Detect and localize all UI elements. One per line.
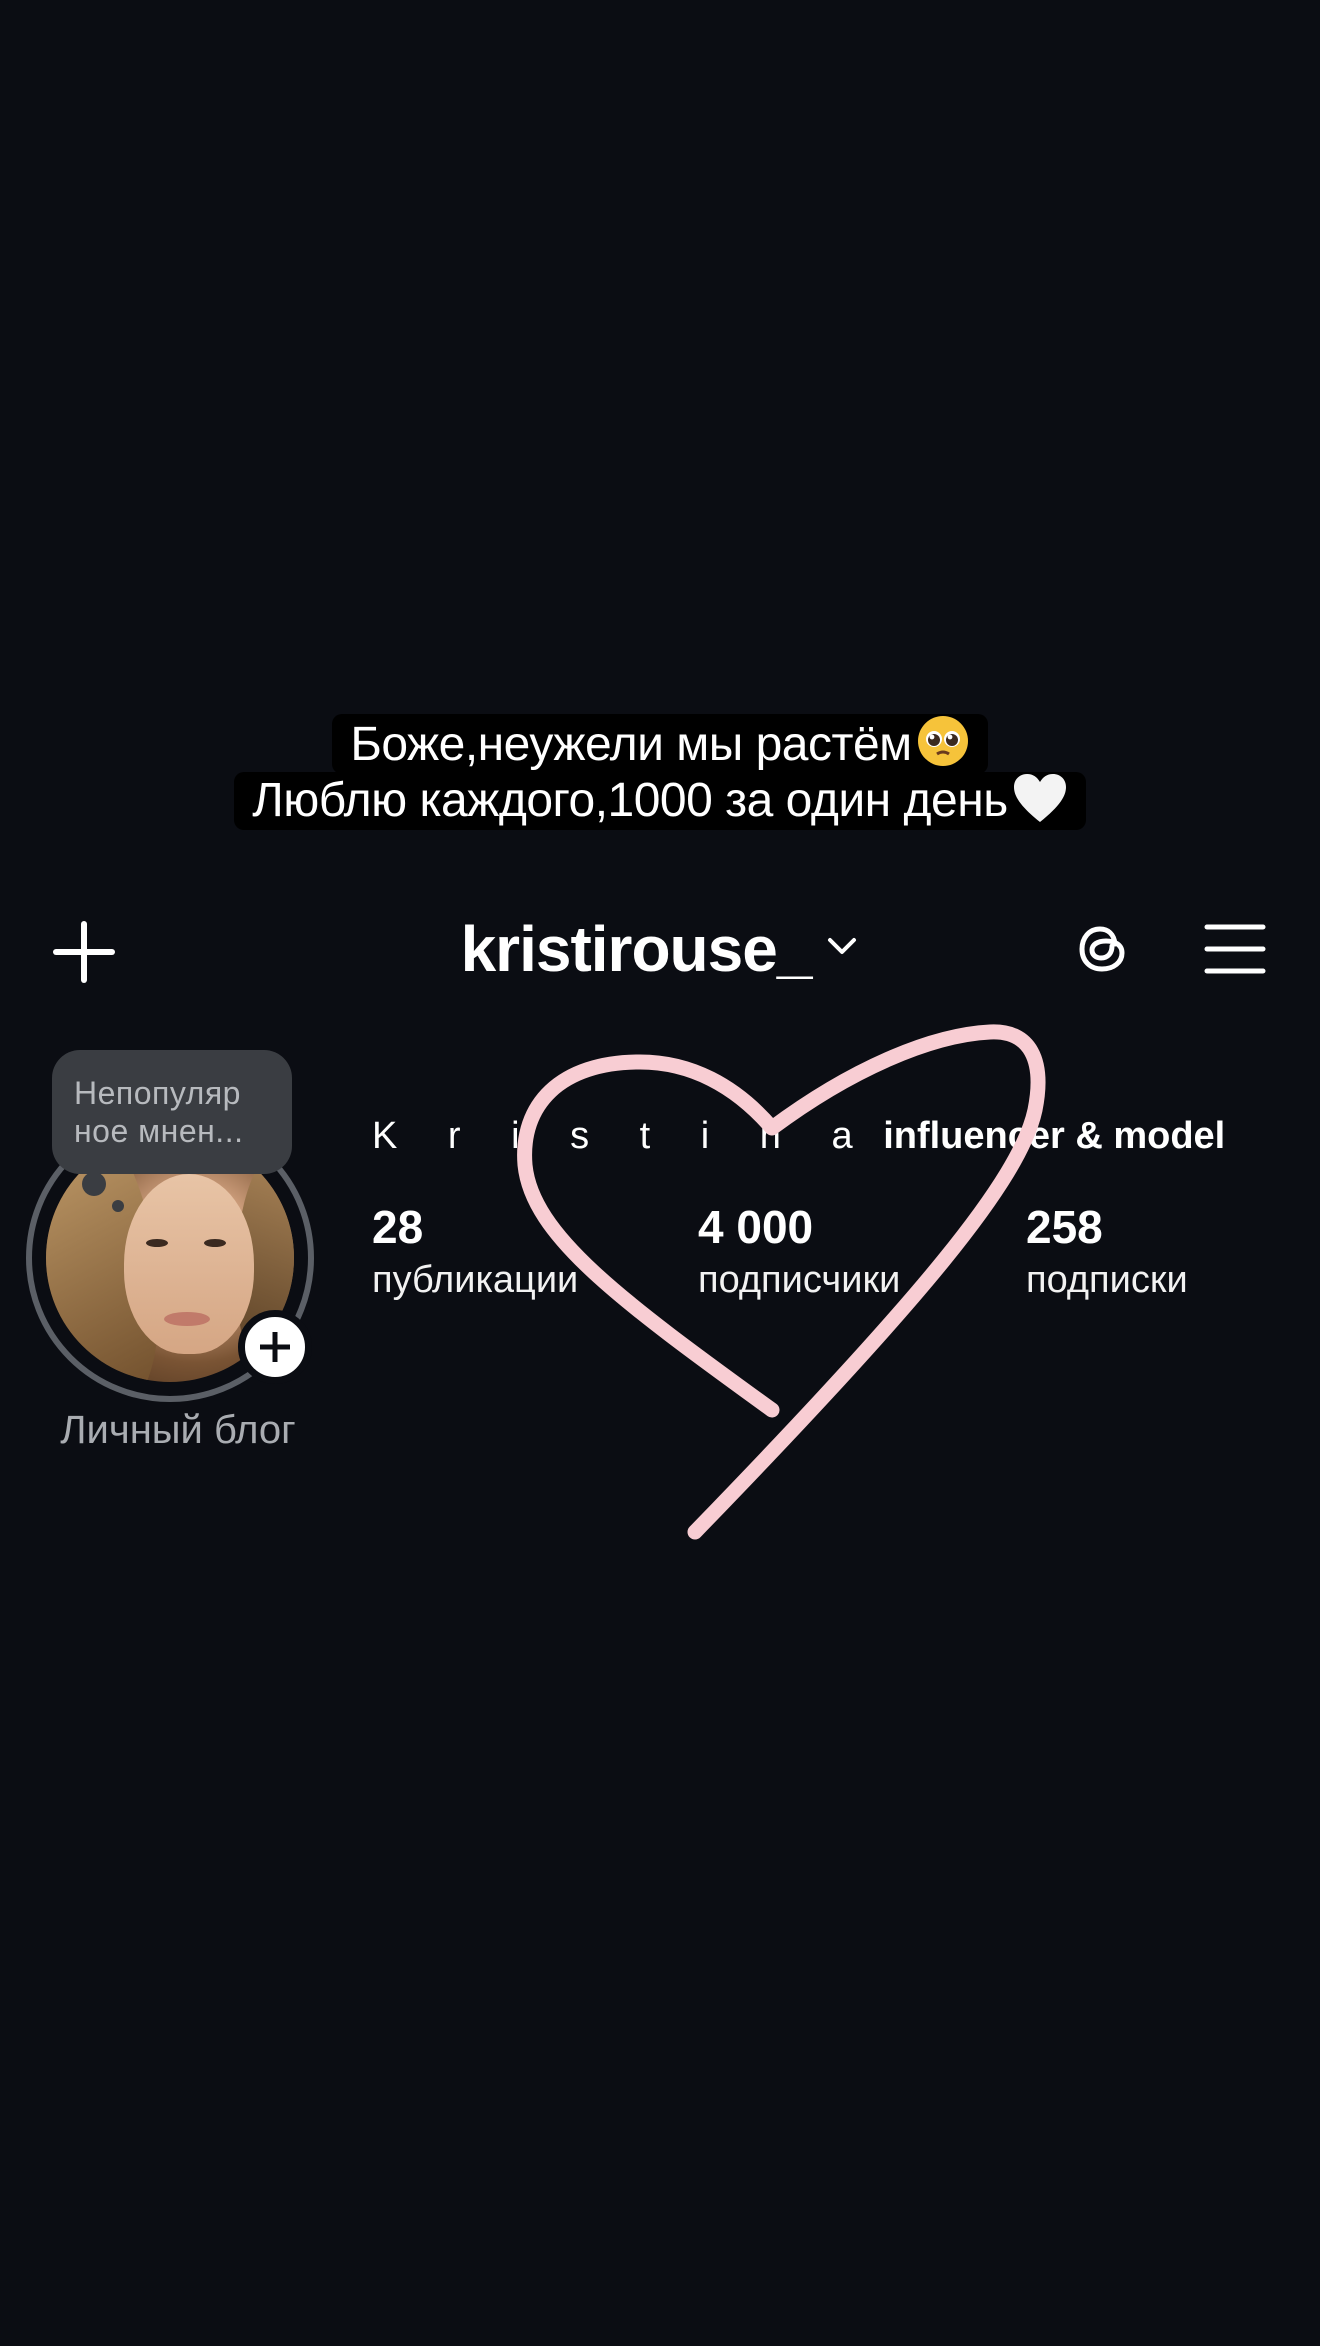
caption-text-2: Люблю каждого,1000 за один день (252, 774, 1008, 827)
stat-followers-label: подписчики (698, 1259, 901, 1301)
note-text-line-1: Непопуляр (74, 1075, 241, 1111)
chevron-down-icon[interactable] (825, 929, 859, 963)
note-bubble-tail-small (112, 1200, 124, 1212)
username[interactable]: kristirouse_ (461, 913, 813, 985)
stat-following-value: 258 (1026, 1201, 1103, 1253)
add-story-plus-icon[interactable] (238, 1310, 312, 1384)
stat-posts[interactable]: 28 публикации (372, 1198, 578, 1304)
profile-category: Личный блог (60, 1408, 296, 1452)
note-text-line-2: ное мнен... (74, 1113, 244, 1149)
display-name-tagline: influencer & model (883, 1115, 1226, 1157)
note-bubble[interactable]: Непопуляр ное мнен... (52, 1050, 292, 1174)
story-caption-line-1: Боже,неужели мы растём (0, 714, 1320, 774)
stat-following[interactable]: 258 подписки (1026, 1198, 1188, 1304)
menu-icon[interactable] (1204, 922, 1266, 976)
profile-header-bar: kristirouse_ (0, 900, 1320, 1000)
white-heart-emoji-icon (1013, 774, 1066, 822)
stat-followers-value: 4 000 (698, 1201, 814, 1253)
story-caption-line-2: Люблю каждого,1000 за один день (0, 772, 1320, 830)
caption-text-1: Боже,неужели мы растём (350, 718, 912, 771)
profile-display-name: K r i s t i n a influencer & model (372, 1115, 1225, 1158)
pleading-face-emoji-icon (917, 716, 968, 766)
note-bubble-tail (82, 1172, 106, 1196)
stat-followers[interactable]: 4 000 подписчики (698, 1198, 900, 1304)
stat-following-label: подписки (1026, 1259, 1188, 1301)
stat-posts-label: публикации (372, 1259, 579, 1301)
display-name-spaced: K r i s t i n a (372, 1115, 873, 1157)
threads-icon[interactable] (1070, 916, 1136, 982)
stat-posts-value: 28 (372, 1201, 424, 1253)
